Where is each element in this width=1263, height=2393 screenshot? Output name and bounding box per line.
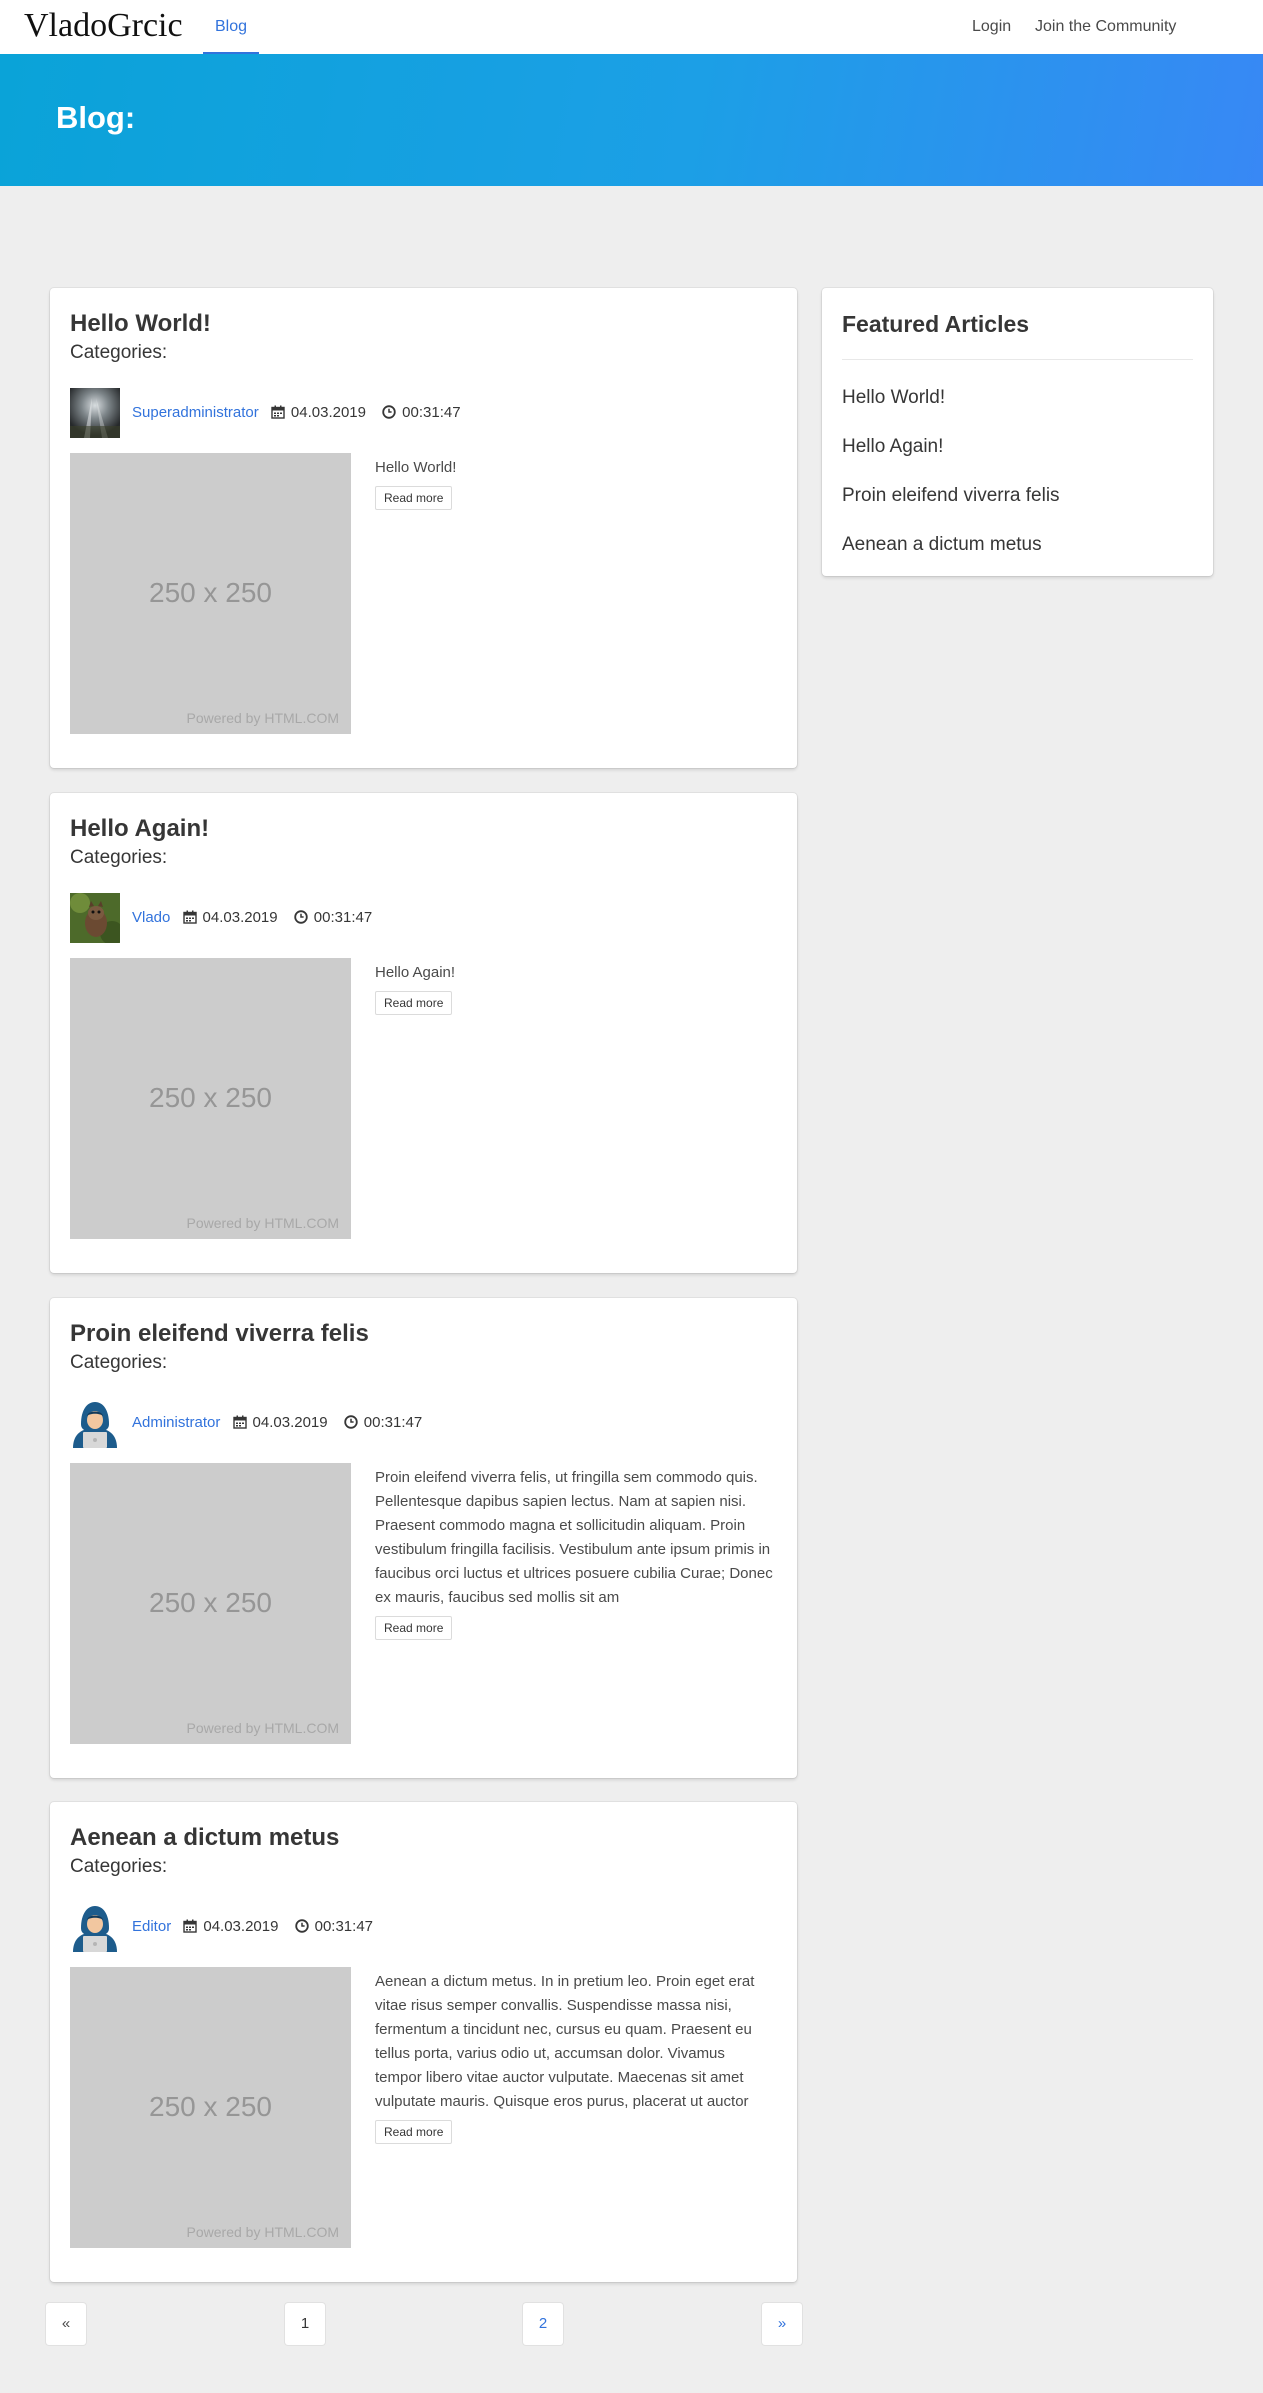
avatar	[70, 1398, 120, 1448]
post-title[interactable]: Hello Again!	[70, 813, 209, 845]
post-card: Hello World! Categories: Superadministra…	[50, 288, 797, 768]
pagination-next-button[interactable]: »	[762, 2303, 802, 2345]
post-meta: Superadministrator 04.03.2019 00:31:47	[70, 388, 770, 438]
hero-banner: Blog:	[0, 54, 1263, 186]
post-thumbnail[interactable]: 250 x 250 Powered by HTML.COM	[70, 1967, 351, 2248]
divider	[842, 359, 1193, 360]
post-meta-row: Superadministrator 04.03.2019 00:31:47	[132, 402, 461, 426]
post-title[interactable]: Proin eleifend viverra felis	[70, 1318, 369, 1350]
thumbnail-credit: Powered by HTML.COM	[186, 1215, 339, 1231]
pagination-previous-button[interactable]: «	[46, 2303, 86, 2345]
thumbnail-size-label: 250 x 250	[149, 1082, 272, 1113]
post-categories: Categories:	[70, 1856, 168, 1877]
thumbnail-size-label: 250 x 250	[149, 2091, 272, 2122]
post-excerpt: Aenean a dictum metus. In in pretium leo…	[375, 1970, 775, 2144]
calendar-icon	[183, 1918, 198, 1940]
calendar-icon	[182, 909, 197, 931]
post-meta-row: Administrator 04.03.2019 00:31:47	[132, 1412, 422, 1436]
featured-article-link[interactable]: Proin eleifend viverra felis	[842, 483, 1060, 509]
thumbnail-credit: Powered by HTML.COM	[186, 1720, 339, 1736]
post-card: Aenean a dictum metus Categories: Editor…	[50, 1802, 797, 2282]
post-time: 00:31:47	[402, 404, 461, 421]
post-categories: Categories:	[70, 342, 168, 363]
featured-article-link[interactable]: Hello Again!	[842, 434, 943, 460]
post-title[interactable]: Aenean a dictum metus	[70, 1822, 339, 1854]
thumbnail-size-label: 250 x 250	[149, 1587, 272, 1618]
author-link[interactable]: Superadministrator	[132, 404, 259, 421]
read-more-button[interactable]: Read more	[375, 991, 453, 1015]
post-meta: Editor 04.03.2019 00:31:47	[70, 1902, 770, 1952]
read-more-button[interactable]: Read more	[375, 486, 453, 510]
post-date: 04.03.2019	[202, 909, 278, 926]
nav-tab-blog[interactable]: Blog	[203, 0, 259, 55]
thumbnail-credit: Powered by HTML.COM	[186, 710, 339, 726]
post-excerpt-text: Proin eleifend viverra felis, ut fringil…	[375, 1469, 773, 1606]
author-link[interactable]: Vlado	[132, 909, 170, 926]
post-thumbnail[interactable]: 250 x 250 Powered by HTML.COM	[70, 453, 351, 734]
post-card: Hello Again! Categories: Vlado 04.03.201…	[50, 793, 797, 1273]
avatar	[70, 388, 120, 438]
featured-article-link[interactable]: Aenean a dictum metus	[842, 532, 1042, 558]
featured-article-link[interactable]: Hello World!	[842, 385, 945, 411]
navbar: VladoGrcic Blog Login Join the Community	[0, 0, 1263, 55]
post-thumbnail[interactable]: 250 x 250 Powered by HTML.COM	[70, 958, 351, 1239]
pagination-page-1[interactable]: 1	[285, 2303, 325, 2345]
post-categories: Categories:	[70, 847, 168, 868]
clock-icon	[382, 404, 396, 426]
clock-icon	[294, 1918, 309, 1940]
post-excerpt: Hello Again! Read more	[375, 961, 775, 1015]
thumbnail-size-label: 250 x 250	[149, 577, 272, 608]
post-date: 04.03.2019	[252, 1414, 328, 1431]
post-time: 00:31:47	[363, 1414, 423, 1431]
avatar	[70, 1902, 120, 1952]
featured-articles-title: Featured Articles	[842, 311, 1030, 337]
author-link[interactable]: Editor	[132, 1918, 171, 1935]
post-thumbnail[interactable]: 250 x 250 Powered by HTML.COM	[70, 1463, 351, 1744]
avatar	[70, 893, 120, 943]
post-date: 04.03.2019	[203, 1918, 279, 1935]
calendar-icon	[271, 404, 285, 426]
featured-articles-panel: Featured Articles Hello World! Hello Aga…	[822, 288, 1213, 576]
clock-icon	[344, 1414, 358, 1436]
post-excerpt-text: Hello World!	[375, 459, 457, 476]
post-excerpt: Proin eleifend viverra felis, ut fringil…	[375, 1466, 775, 1640]
read-more-button[interactable]: Read more	[375, 1616, 453, 1640]
post-meta: Vlado 04.03.2019 00:31:47	[70, 893, 770, 943]
post-title[interactable]: Hello World!	[70, 308, 211, 340]
post-excerpt: Hello World! Read more	[375, 456, 775, 510]
post-meta-row: Vlado 04.03.2019 00:31:47	[132, 907, 372, 931]
calendar-icon	[232, 1414, 247, 1436]
post-meta-row: Editor 04.03.2019 00:31:47	[132, 1916, 373, 1940]
post-excerpt-text: Hello Again!	[375, 964, 456, 981]
post-card: Proin eleifend viverra felis Categories:…	[50, 1298, 797, 1778]
pagination-page-2[interactable]: 2	[523, 2303, 563, 2345]
login-link[interactable]: Login	[972, 0, 1011, 54]
thumbnail-credit: Powered by HTML.COM	[186, 2224, 339, 2240]
post-date: 04.03.2019	[290, 404, 366, 421]
clock-icon	[294, 909, 308, 931]
post-meta: Administrator 04.03.2019 00:31:47	[70, 1398, 770, 1448]
post-time: 00:31:47	[314, 1918, 373, 1935]
author-link[interactable]: Administrator	[132, 1414, 220, 1431]
page-title: Blog:	[56, 100, 136, 135]
read-more-button[interactable]: Read more	[375, 2120, 453, 2144]
brand-logo[interactable]: VladoGrcic	[24, 6, 183, 46]
join-community-link[interactable]: Join the Community	[1035, 0, 1176, 54]
post-time: 00:31:47	[313, 909, 373, 926]
post-excerpt-text: Aenean a dictum metus. In in pretium leo…	[375, 1973, 755, 2110]
post-categories: Categories:	[70, 1352, 168, 1373]
